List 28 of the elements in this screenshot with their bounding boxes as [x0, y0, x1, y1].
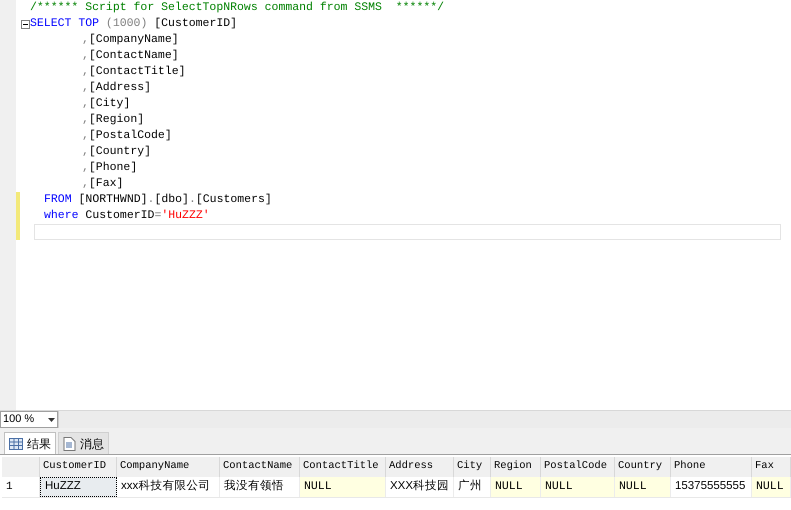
table-cell[interactable]: NULL: [541, 477, 615, 497]
table-cell[interactable]: NULL: [752, 477, 791, 497]
code-line: ,[ContactTitle]: [81, 64, 186, 80]
table-cell[interactable]: HuZZZ: [40, 477, 117, 497]
code-line: SELECT TOP (1000) [CustomerID]: [30, 16, 238, 32]
document-icon: [63, 436, 76, 450]
code-line: ,[City]: [81, 96, 130, 112]
table-cell[interactable]: NULL: [300, 477, 386, 497]
table-cell[interactable]: NULL: [491, 477, 541, 497]
code-line: ,[Region]: [81, 112, 144, 128]
horizontal-scrollbar[interactable]: [58, 411, 791, 428]
caret-icon: [48, 418, 55, 422]
grid-icon: [9, 438, 23, 450]
code-line: where CustomerID='HuZZZ': [43, 208, 210, 224]
code-line: FROM [NORTHWND].[dbo].[Customers]: [43, 192, 272, 208]
code-line: ,[Country]: [81, 144, 152, 160]
table-cell[interactable]: NULL: [615, 477, 671, 497]
zoom-dropdown[interactable]: 100 %: [0, 411, 58, 428]
code-line: ,[Fax]: [81, 176, 124, 192]
code-line: ,[ContactName]: [81, 48, 179, 64]
code-line: ,[CompanyName]: [81, 32, 179, 48]
code-line: ,[Address]: [81, 80, 152, 96]
result-tab[interactable]: 结果: [4, 432, 56, 454]
code-line: /****** Script for SelectTopNRows command from SSMS ******/: [30, 0, 444, 16]
code-line: ,[PostalCode]: [81, 128, 172, 144]
collapse-icon[interactable]: [20, 20, 30, 28]
result-tab[interactable]: 消息: [58, 432, 109, 454]
code-line: ,[Phone]: [81, 160, 138, 176]
